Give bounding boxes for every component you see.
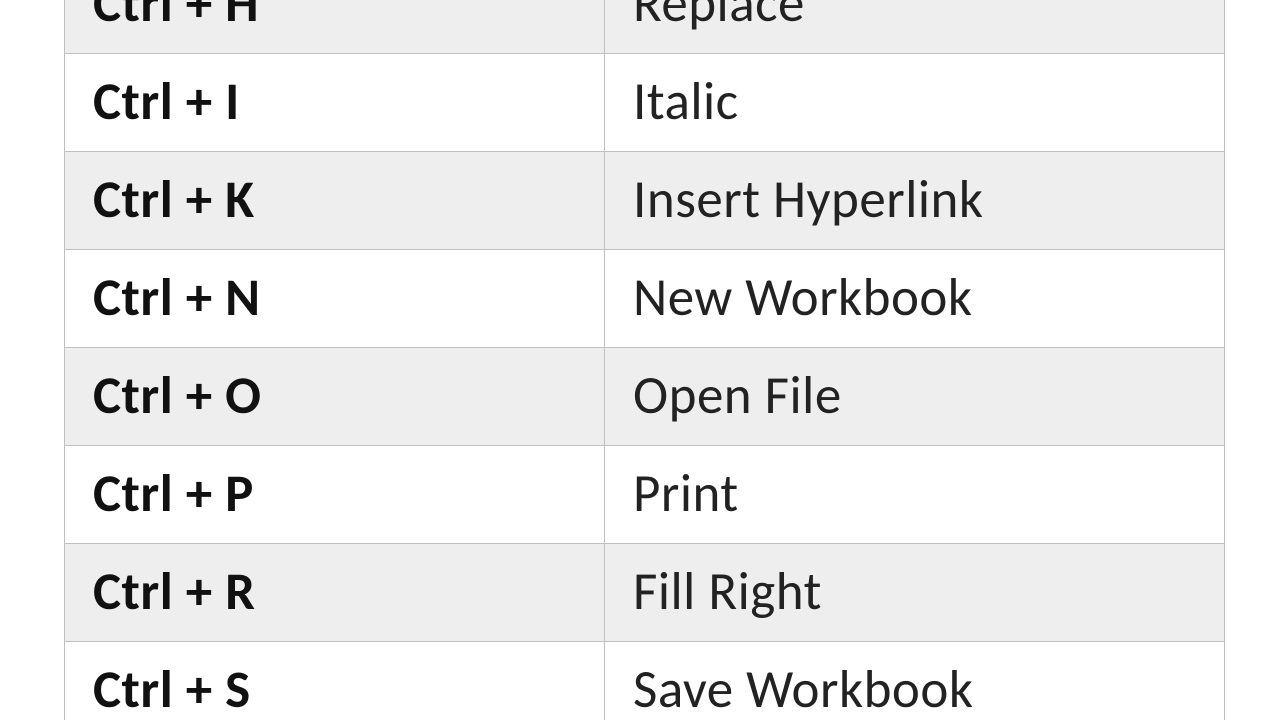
action-cell: Save Workbook [605, 642, 1225, 720]
table-row: Ctrl + O Open File [65, 348, 1225, 446]
action-cell: New Workbook [605, 250, 1225, 348]
table-row: Ctrl + I Italic [65, 54, 1225, 152]
action-cell: Italic [605, 54, 1225, 152]
table-row: Ctrl + P Print [65, 446, 1225, 544]
shortcut-cell: Ctrl + O [65, 348, 605, 446]
action-cell: Replace [605, 0, 1225, 54]
action-cell: Print [605, 446, 1225, 544]
shortcut-cell: Ctrl + I [65, 54, 605, 152]
table-row: Ctrl + K Insert Hyperlink [65, 152, 1225, 250]
shortcut-cell: Ctrl + P [65, 446, 605, 544]
shortcut-cell: Ctrl + N [65, 250, 605, 348]
table-row: Ctrl + H Replace [65, 0, 1225, 54]
table-row: Ctrl + R Fill Right [65, 544, 1225, 642]
table-row: Ctrl + N New Workbook [65, 250, 1225, 348]
shortcut-cell: Ctrl + H [65, 0, 605, 54]
action-cell: Fill Right [605, 544, 1225, 642]
action-cell: Open File [605, 348, 1225, 446]
action-cell: Insert Hyperlink [605, 152, 1225, 250]
shortcut-cell: Ctrl + S [65, 642, 605, 720]
shortcut-cell: Ctrl + R [65, 544, 605, 642]
table-row: Ctrl + S Save Workbook [65, 642, 1225, 720]
shortcut-cell: Ctrl + K [65, 152, 605, 250]
shortcuts-table: Ctrl + H Replace Ctrl + I Italic Ctrl + … [64, 0, 1225, 720]
